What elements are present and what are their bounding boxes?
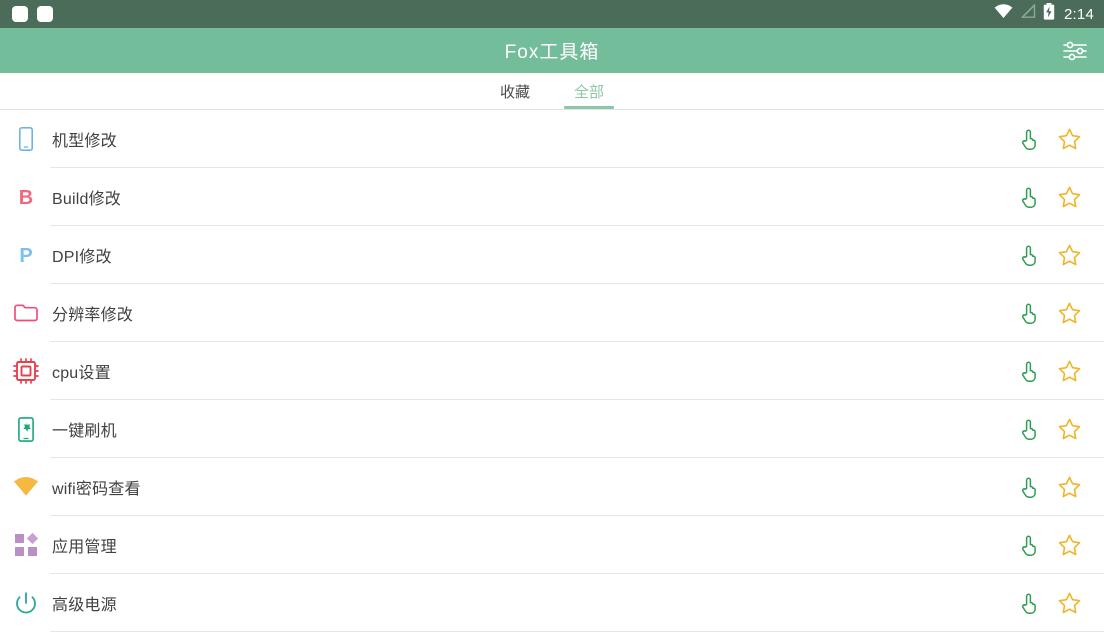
star-outline-icon[interactable] xyxy=(1056,300,1082,326)
wifi-icon xyxy=(12,473,40,501)
list-item-label: DPI修改 xyxy=(52,249,112,266)
phone-outline-icon xyxy=(12,125,40,153)
status-bar-notifications xyxy=(12,6,53,22)
star-outline-icon[interactable] xyxy=(1056,126,1082,152)
status-bar-system-icons: 2:14 xyxy=(994,3,1094,25)
star-outline-icon[interactable] xyxy=(1056,474,1082,500)
list-item-label: 高级电源 xyxy=(52,597,117,614)
touch-hand-icon[interactable] xyxy=(1016,532,1042,558)
tab-all[interactable]: 全部 xyxy=(560,73,618,109)
star-outline-icon[interactable] xyxy=(1056,358,1082,384)
list-item[interactable]: 应用管理 xyxy=(0,516,1104,574)
touch-hand-icon[interactable] xyxy=(1016,184,1042,210)
tab-all-label: 全部 xyxy=(574,83,605,101)
list-item[interactable]: 分辨率修改 xyxy=(0,284,1104,342)
list-item[interactable]: P DPI修改 xyxy=(0,226,1104,284)
list-item-actions xyxy=(1016,416,1082,442)
list-item[interactable]: 高级电源 xyxy=(0,574,1104,632)
list-item-label: 机型修改 xyxy=(52,133,117,150)
phone-flash-icon xyxy=(12,415,40,443)
list-item-actions xyxy=(1016,300,1082,326)
star-outline-icon[interactable] xyxy=(1056,184,1082,210)
list-item-label: 一键刷机 xyxy=(52,423,117,440)
letter-p-icon: P xyxy=(12,241,40,269)
touch-hand-icon[interactable] xyxy=(1016,300,1042,326)
svg-text:B: B xyxy=(19,187,33,209)
notification-chip xyxy=(12,6,28,22)
cpu-chip-icon xyxy=(12,357,40,385)
apps-grid-icon xyxy=(12,531,40,559)
list-item-label: Build修改 xyxy=(52,191,121,208)
list-item[interactable]: 一键刷机 xyxy=(0,400,1104,458)
list-item-label: 分辨率修改 xyxy=(52,307,134,324)
touch-hand-icon[interactable] xyxy=(1016,358,1042,384)
wifi-icon xyxy=(994,4,1013,24)
tab-favorites[interactable]: 收藏 xyxy=(486,73,544,109)
touch-hand-icon[interactable] xyxy=(1016,590,1042,616)
star-outline-icon[interactable] xyxy=(1056,532,1082,558)
svg-text:P: P xyxy=(19,245,32,267)
touch-hand-icon[interactable] xyxy=(1016,242,1042,268)
list-item[interactable]: B Build修改 xyxy=(0,168,1104,226)
list-item-actions xyxy=(1016,242,1082,268)
touch-hand-icon[interactable] xyxy=(1016,416,1042,442)
battery-charging-icon xyxy=(1043,3,1055,25)
list-item-label: wifi密码查看 xyxy=(52,481,141,498)
list-item-actions xyxy=(1016,532,1082,558)
tool-list: 机型修改 B Build修改 P DPI修改 分辨率修改 cpu设置 一键刷机 … xyxy=(0,110,1104,632)
list-item[interactable]: cpu设置 xyxy=(0,342,1104,400)
list-item-actions xyxy=(1016,184,1082,210)
page-title: Fox工具箱 xyxy=(504,42,600,63)
status-bar: 2:14 xyxy=(0,0,1104,28)
list-item-actions xyxy=(1016,590,1082,616)
touch-hand-icon[interactable] xyxy=(1016,474,1042,500)
signal-off-icon xyxy=(1020,3,1036,24)
list-item-actions xyxy=(1016,358,1082,384)
list-item-label: 应用管理 xyxy=(52,539,117,556)
status-bar-clock: 2:14 xyxy=(1064,5,1094,23)
folder-outline-icon xyxy=(12,299,40,327)
list-item[interactable]: 机型修改 xyxy=(0,110,1104,168)
notification-chip xyxy=(37,6,53,22)
list-item-label: cpu设置 xyxy=(52,365,111,382)
list-item[interactable]: wifi密码查看 xyxy=(0,458,1104,516)
tab-bar: 收藏 全部 xyxy=(0,73,1104,110)
power-icon xyxy=(12,589,40,617)
tab-favorites-label: 收藏 xyxy=(499,83,530,101)
list-item-actions xyxy=(1016,474,1082,500)
star-outline-icon[interactable] xyxy=(1056,242,1082,268)
touch-hand-icon[interactable] xyxy=(1016,126,1042,152)
star-outline-icon[interactable] xyxy=(1056,590,1082,616)
tune-sliders-icon[interactable] xyxy=(1058,34,1092,68)
star-outline-icon[interactable] xyxy=(1056,416,1082,442)
list-item-actions xyxy=(1016,126,1082,152)
letter-b-icon: B xyxy=(12,183,40,211)
app-bar: Fox工具箱 xyxy=(0,28,1104,73)
